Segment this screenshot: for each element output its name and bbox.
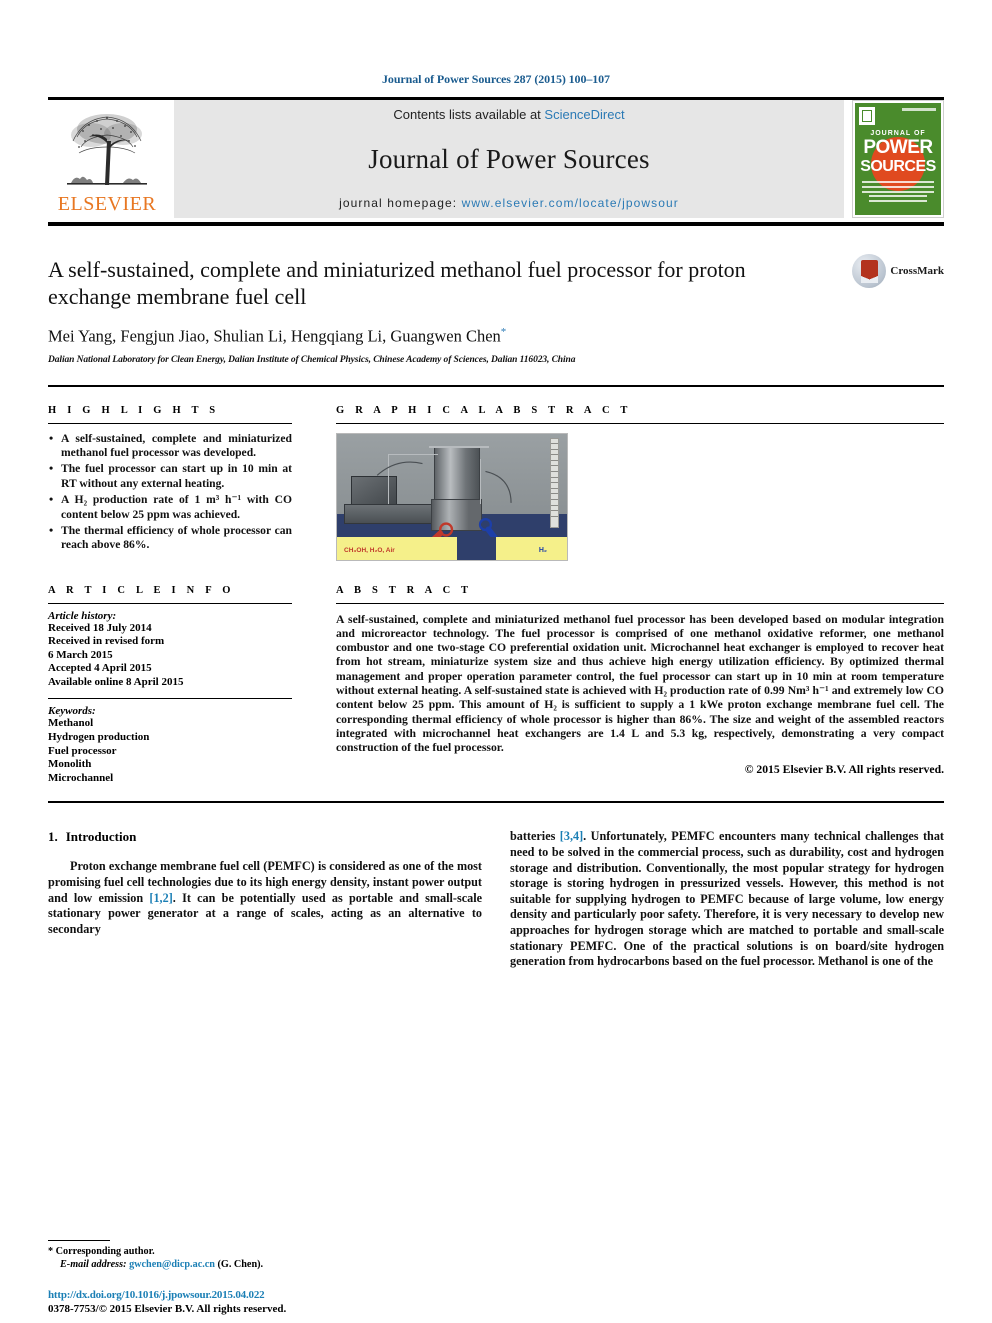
abstract-rule [336, 602, 944, 604]
history-line: 6 March 2015 [48, 648, 113, 661]
elsevier-wordmark: ELSEVIER [57, 193, 157, 215]
masthead-center: Contents lists available at ScienceDirec… [174, 100, 844, 218]
ga-banner-gap [456, 536, 496, 560]
doi-link[interactable]: http://dx.doi.org/10.1016/j.jpowsour.201… [48, 1289, 548, 1301]
intro-paragraph-left: Proton exchange membrane fuel cell (PEMF… [48, 859, 483, 936]
body-column-right: batteries [3,4]. Unfortunately, PEMFC en… [510, 829, 944, 969]
highlight-text: A H₂ production rate of 1 m³ h⁻¹ with CO… [61, 493, 292, 521]
history-line: Received in revised form [48, 635, 165, 648]
elsevier-tree-icon [67, 114, 147, 185]
abstract-row: A R T I C L E I N F O Article history: R… [48, 585, 944, 786]
abstract-text: A self-sustained, complete and miniaturi… [336, 612, 944, 755]
issn-copyright-line: 0378-7753/© 2015 Elsevier B.V. All right… [48, 1303, 287, 1315]
cover-footer-lines [869, 195, 927, 205]
keyword-item: Fuel processor [48, 744, 117, 757]
intro-paragraph-right: batteries [3,4]. Unfortunately, PEMFC en… [510, 829, 944, 969]
article-page: Journal of Power Sources 287 (2015) 100–… [0, 0, 992, 1323]
cover-blurb-lines [862, 181, 934, 196]
article-history-label: Article history: [48, 609, 117, 622]
email-link[interactable]: gwchen@dicp.ac.cn [129, 1259, 215, 1270]
email-owner: (G. Chen). [217, 1259, 264, 1270]
citation-link[interactable]: [3,4] [560, 829, 583, 843]
corresponding-author-footnote: * Corresponding author. E-mail address: … [48, 1240, 482, 1271]
corresponding-author-marker: * [500, 326, 507, 338]
highlights-list: A self-sustained, complete and miniaturi… [48, 431, 292, 553]
abstract-copyright: © 2015 Elsevier B.V. All rights reserved… [744, 763, 944, 777]
section-number: 1. [48, 829, 58, 845]
cover-issn-bar [902, 108, 936, 111]
cover-background: JOURNAL OF POWER SOURCES [855, 103, 941, 215]
corresponding-author-label: Corresponding author. [55, 1246, 155, 1257]
abstract-heading: A B S T R A C T [336, 584, 473, 596]
masthead-bottom-rule [48, 222, 944, 226]
journal-cover-thumbnail[interactable]: JOURNAL OF POWER SOURCES [852, 100, 944, 218]
history-line: Received 18 July 2014 [48, 621, 152, 634]
highlight-text: A self-sustained, complete and miniaturi… [61, 431, 292, 459]
cover-kicker: JOURNAL OF [870, 130, 926, 137]
highlight-text: The fuel processor can start up in 10 mi… [61, 462, 292, 490]
sciencedirect-link[interactable]: ScienceDirect [544, 107, 624, 122]
highlights-row: H I G H L I G H T S A self-sustained, co… [48, 405, 944, 561]
contents-list-line: Contents lists available at ScienceDirec… [393, 107, 624, 122]
list-item: A H₂ production rate of 1 m³ h⁻¹ with CO… [48, 492, 292, 522]
article-info-rule [48, 602, 292, 604]
contents-prefix: Contents lists available at [393, 107, 545, 122]
list-item: A self-sustained, complete and miniaturi… [48, 431, 292, 461]
keyword-item: Microchannel [48, 771, 114, 784]
highlights-rule [48, 422, 292, 424]
abstract-bottom-rule [48, 801, 944, 804]
graphical-abstract-image[interactable]: CH₃OH, H₂O, Air H₂ [336, 432, 568, 561]
crossmark-icon [852, 254, 887, 288]
keyword-item: Monolith [48, 758, 92, 771]
homepage-url-link[interactable]: www.elsevier.com/locate/jpowsour [462, 196, 679, 210]
page-title: A self-sustained, complete and miniaturi… [48, 257, 746, 309]
title-block: CrossMark A self-sustained, complete and… [48, 254, 944, 365]
body-columns: 1. Introduction Proton exchange membrane … [48, 829, 944, 969]
info-top-rule [48, 384, 944, 387]
doi-block: http://dx.doi.org/10.1016/j.jpowsour.201… [48, 1289, 548, 1315]
email-label: E-mail address: [60, 1259, 127, 1270]
corresponding-author-line: * Corresponding author. [48, 1245, 482, 1258]
footnote-marker: * [48, 1246, 54, 1257]
ga-outlet-label: H₂ [538, 547, 547, 555]
cover-word-power: POWER [863, 137, 933, 158]
history-line: Available online 8 April 2015 [48, 675, 184, 688]
homepage-prefix: journal homepage: [339, 196, 462, 210]
affiliation: Dalian National Laboratory for Clean Ene… [48, 354, 576, 365]
article-info-heading: A R T I C L E I N F O [48, 584, 235, 596]
article-info-column: A R T I C L E I N F O Article history: R… [48, 585, 292, 786]
graphical-abstract-heading: G R A P H I C A L A B S T R A C T [336, 404, 632, 416]
journal-homepage-line: journal homepage: www.elsevier.com/locat… [339, 196, 679, 210]
journal-title: Journal of Power Sources [368, 143, 650, 174]
keyword-item: Hydrogen production [48, 731, 150, 744]
abstract-column: A B S T R A C T A self-sustained, comple… [336, 585, 944, 786]
author-names: Mei Yang, Fengjun Jiao, Shulian Li, Heng… [48, 326, 501, 346]
keywords-label: Keywords: [48, 705, 96, 718]
keywords-rule [48, 698, 292, 700]
email-line: E-mail address: gwchen@dicp.ac.cn (G. Ch… [48, 1258, 482, 1271]
cover-publisher-mark [859, 107, 875, 125]
footnote-rule [48, 1240, 110, 1241]
crossmark-badge[interactable]: CrossMark [852, 254, 944, 288]
elsevier-logo[interactable]: ELSEVIER [48, 100, 166, 218]
graphical-abstract-column: G R A P H I C A L A B S T R A C T CH₃OH,… [336, 405, 944, 561]
journal-masthead: ELSEVIER Contents lists available at Sci… [48, 100, 944, 218]
cover-word-sources: SOURCES [860, 158, 936, 175]
highlights-column: H I G H L I G H T S A self-sustained, co… [48, 405, 292, 561]
highlight-text: The thermal efficiency of whole processo… [61, 523, 292, 552]
author-list: Mei Yang, Fengjun Jiao, Shulian Li, Heng… [48, 326, 824, 347]
section-title: Introduction [65, 829, 137, 845]
body-column-left: 1. Introduction Proton exchange membrane … [48, 829, 482, 969]
history-line: Accepted 4 April 2015 [48, 662, 152, 675]
crossmark-label: CrossMark [890, 265, 944, 277]
list-item: The thermal efficiency of whole processo… [48, 523, 292, 553]
graphical-abstract-rule [336, 422, 944, 424]
highlights-heading: H I G H L I G H T S [48, 404, 220, 416]
keyword-item: Methanol [48, 717, 94, 730]
running-head: Journal of Power Sources 287 (2015) 100–… [382, 72, 610, 86]
section-heading-introduction: 1. Introduction [48, 829, 482, 845]
citation-link[interactable]: [1,2] [149, 891, 172, 905]
ga-inlet-label: CH₃OH, H₂O, Air [344, 547, 395, 555]
list-item: The fuel processor can start up in 10 mi… [48, 461, 292, 491]
